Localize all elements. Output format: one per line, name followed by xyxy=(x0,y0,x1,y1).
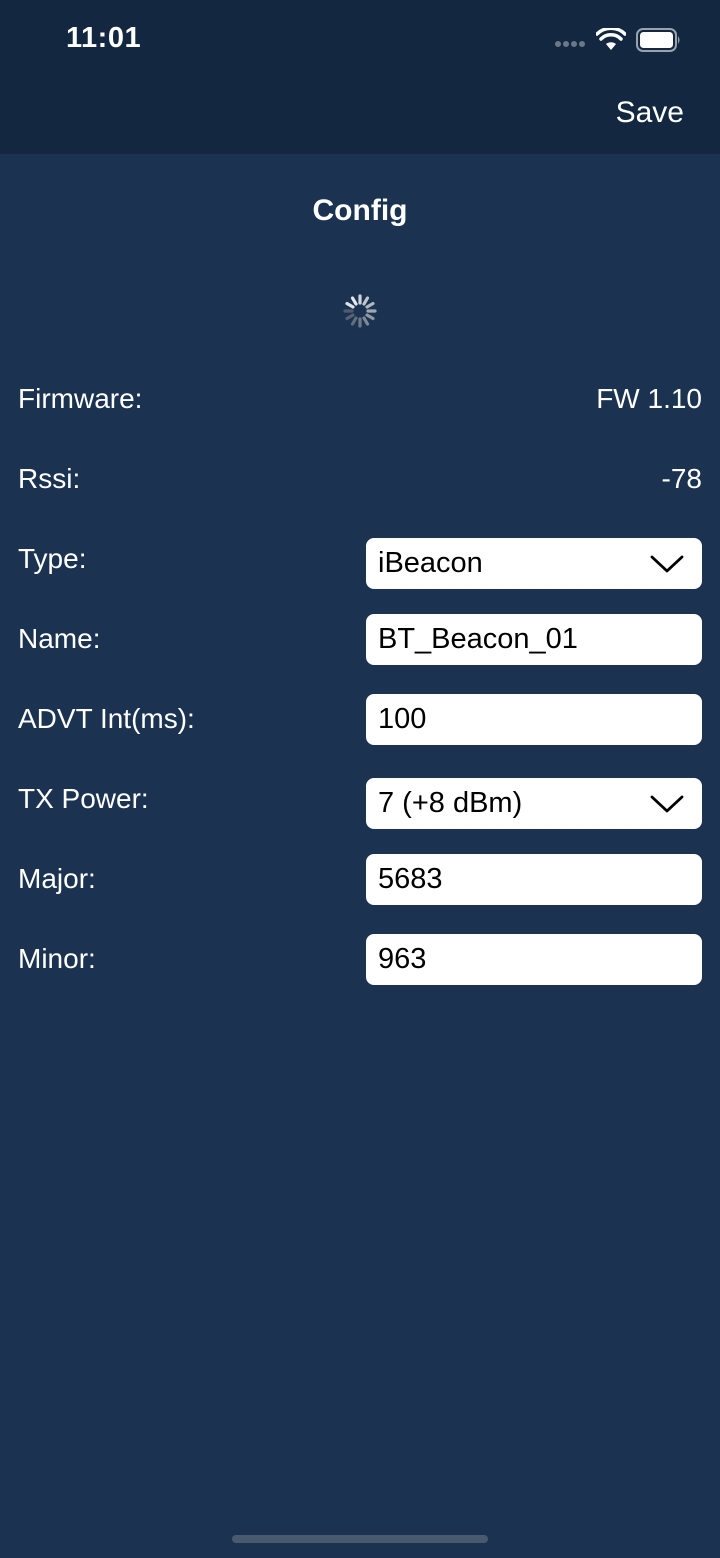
advt-interval-input[interactable] xyxy=(366,694,702,745)
tx-power-select[interactable]: 7 (+8 dBm) xyxy=(366,778,702,829)
status-icons xyxy=(554,26,682,54)
home-indicator xyxy=(232,1535,488,1543)
major-input[interactable] xyxy=(366,854,702,905)
type-select[interactable]: iBeacon xyxy=(366,538,702,589)
minor-input[interactable] xyxy=(366,934,702,985)
tx-power-label: TX Power: xyxy=(18,783,149,814)
status-time: 11:01 xyxy=(66,22,142,54)
name-label: Name: xyxy=(18,623,101,654)
page-title: Config xyxy=(312,194,408,227)
advt-interval-label: ADVT Int(ms): xyxy=(18,703,195,734)
wifi-icon xyxy=(596,28,626,50)
type-select-value: iBeacon xyxy=(378,547,483,579)
major-label: Major: xyxy=(18,863,96,894)
tx-power-select-value: 7 (+8 dBm) xyxy=(378,787,523,819)
name-input[interactable] xyxy=(366,614,702,665)
type-label: Type: xyxy=(18,543,87,574)
chevron-down-icon xyxy=(650,555,684,573)
rssi-value: -78 xyxy=(661,463,702,494)
minor-label: Minor: xyxy=(18,943,96,974)
top-bar: 11:01 Save xyxy=(0,0,720,154)
chevron-down-icon xyxy=(650,795,684,813)
firmware-value: FW 1.10 xyxy=(596,383,702,414)
signal-icon xyxy=(555,41,585,47)
firmware-label: Firmware: xyxy=(18,383,143,414)
save-button[interactable]: Save xyxy=(616,96,684,130)
battery-icon xyxy=(636,28,680,52)
rssi-label: Rssi: xyxy=(18,463,81,494)
spinner-icon xyxy=(343,294,377,328)
